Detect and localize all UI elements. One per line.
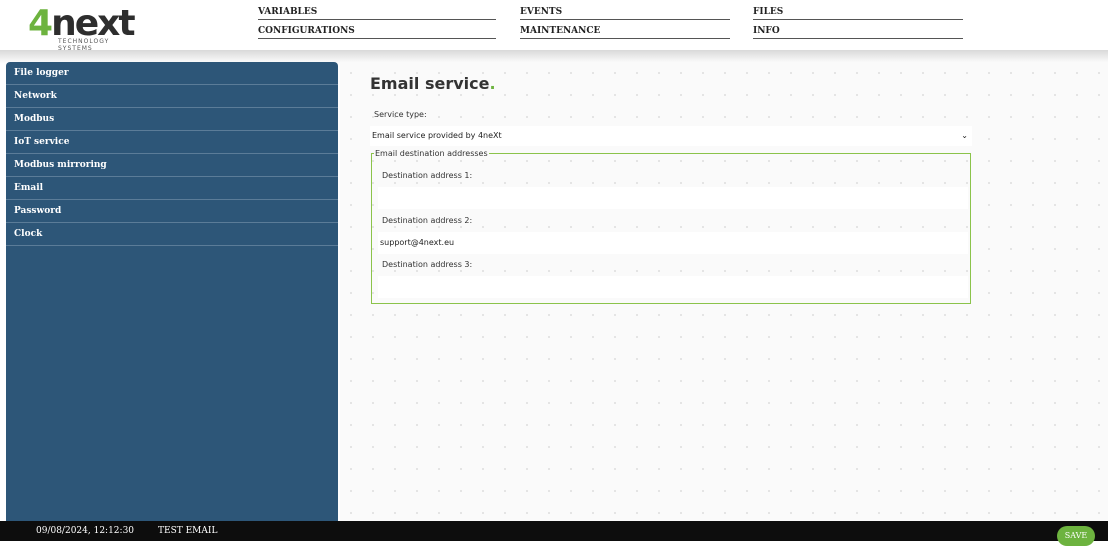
sidebar-item-modbus-mirroring[interactable]: Modbus mirroring (6, 154, 338, 177)
chevron-down-icon: ⌄ (961, 131, 968, 140)
nav-files[interactable]: FILES (753, 7, 963, 20)
sidebar-item-clock[interactable]: Clock (6, 223, 338, 246)
sidebar-item-network[interactable]: Network (6, 85, 338, 108)
sidebar: File logger Network Modbus IoT service M… (6, 62, 338, 521)
service-type-select[interactable]: Email service provided by 4neXt ⌄ (370, 126, 972, 146)
logo[interactable]: 4next TECHNOLOGY SYSTEMS (28, 4, 138, 53)
nav-info[interactable]: INFO (753, 26, 963, 39)
sidebar-item-password[interactable]: Password (6, 200, 338, 223)
sidebar-item-iot-service[interactable]: IoT service (6, 131, 338, 154)
sidebar-item-file-logger[interactable]: File logger (6, 62, 338, 85)
destination-1-label: Destination address 1: (382, 171, 473, 180)
page-title: Email service. (370, 74, 496, 93)
destination-2-label: Destination address 2: (382, 216, 473, 225)
test-email-button[interactable]: TEST EMAIL (158, 521, 217, 541)
datetime: 09/08/2024, 12:12:30 (36, 526, 135, 536)
nav-maintenance[interactable]: MAINTENANCE (520, 26, 730, 39)
service-type-label: Service type: (374, 110, 427, 119)
destination-addresses-legend: Email destination addresses (375, 149, 488, 158)
footer-bar: 09/08/2024, 12:12:30 TEST EMAIL SAVE (0, 521, 1108, 546)
nav-events[interactable]: EVENTS (520, 7, 730, 20)
destination-1-input[interactable] (378, 187, 968, 209)
save-button[interactable]: SAVE (1057, 526, 1095, 546)
destination-3-label: Destination address 3: (382, 260, 473, 269)
destination-2-input[interactable]: support@4next.eu (378, 232, 968, 254)
nav-configurations[interactable]: CONFIGURATIONS (258, 26, 496, 39)
sidebar-item-modbus[interactable]: Modbus (6, 108, 338, 131)
main-panel: Email service. Service type: Email servi… (340, 62, 1108, 521)
top-header: 4next TECHNOLOGY SYSTEMS VARIABLES EVENT… (0, 0, 1108, 52)
nav-variables[interactable]: VARIABLES (258, 7, 496, 20)
sidebar-item-email[interactable]: Email (6, 177, 338, 200)
destination-3-input[interactable] (378, 276, 968, 298)
